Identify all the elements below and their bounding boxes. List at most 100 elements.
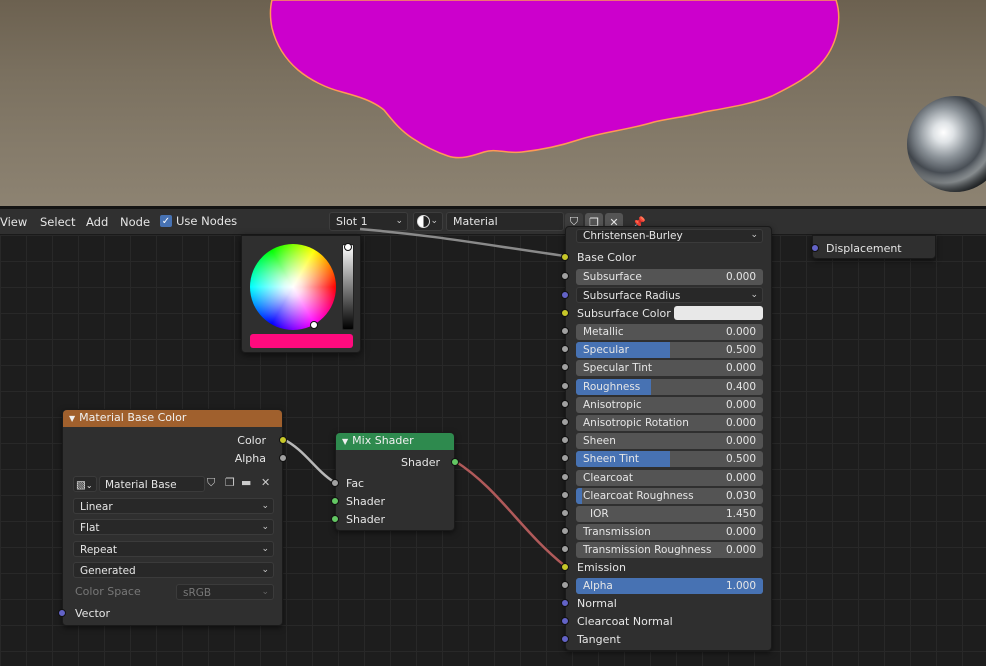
material-browse-button[interactable]: ⌄ xyxy=(413,212,443,231)
output-alpha-socket[interactable] xyxy=(279,454,287,462)
clearcoat-normal-socket[interactable] xyxy=(561,617,569,625)
menu-view[interactable]: View xyxy=(0,215,27,229)
bsdf-field-anisotropic[interactable]: Anisotropic 0.000 xyxy=(576,396,763,413)
material-name-field[interactable]: Material xyxy=(446,212,564,231)
bsdf-field-metallic[interactable]: Metallic 0.000 xyxy=(576,324,763,340)
input-shader-1-socket[interactable] xyxy=(331,497,339,505)
value-slider-handle[interactable] xyxy=(344,243,352,251)
chevron-down-icon: ⌄ xyxy=(261,544,269,554)
use-nodes-toggle[interactable]: ✓ Use Nodes xyxy=(160,214,237,228)
subsurface-color-swatch[interactable] xyxy=(674,306,763,320)
image-browse-button[interactable]: ▧⌄ xyxy=(73,476,97,492)
bsdf-field-transmission[interactable]: Transmission 0.000 xyxy=(576,524,763,541)
field-value: 0.000 xyxy=(725,398,756,411)
input-fac-socket[interactable] xyxy=(331,479,339,487)
bsdf-input-socket[interactable] xyxy=(561,472,569,481)
normal-label: Normal xyxy=(577,597,617,610)
field-label: Specular Tint xyxy=(583,362,653,375)
subsurface-radius-socket[interactable] xyxy=(561,291,569,299)
bsdf-input-socket[interactable] xyxy=(561,436,569,445)
bsdf-input-socket[interactable] xyxy=(561,490,569,499)
menu-add[interactable]: Add xyxy=(86,215,108,229)
output-shader-socket[interactable] xyxy=(451,458,459,466)
color-space-label: Color Space xyxy=(75,585,141,598)
bsdf-input-socket[interactable] xyxy=(561,527,569,536)
bsdf-input-socket[interactable] xyxy=(561,327,569,335)
bsdf-input-socket[interactable] xyxy=(561,454,569,463)
menu-select[interactable]: Select xyxy=(40,215,75,229)
extension-dropdown[interactable]: Repeat ⌄ xyxy=(73,541,274,557)
projection-value: Flat xyxy=(80,522,100,534)
image-node-header[interactable]: ▼ Material Base Color xyxy=(63,410,282,427)
interpolation-dropdown[interactable]: Linear ⌄ xyxy=(73,498,274,514)
field-value: 0.500 xyxy=(725,344,756,357)
field-label: Transmission xyxy=(583,526,651,539)
slot-dropdown[interactable]: Slot 1 ⌄ xyxy=(329,212,408,231)
image-icon: ▧ xyxy=(76,479,86,491)
projection-dropdown[interactable]: Flat ⌄ xyxy=(73,519,274,535)
open-folder-icon[interactable]: ▬ xyxy=(241,476,251,489)
field-value: 0.000 xyxy=(725,326,756,338)
field-label: Sheen xyxy=(583,435,616,448)
bsdf-input-socket[interactable] xyxy=(561,363,569,372)
input-shader-2-socket[interactable] xyxy=(331,515,339,523)
color-wheel-cursor[interactable] xyxy=(310,321,318,329)
bsdf-field-transmission-roughness[interactable]: Transmission Roughness 0.000 xyxy=(576,542,763,559)
mix-shader-node[interactable]: ▼ Mix Shader Shader Fac Shader Shader xyxy=(331,432,459,531)
alpha-field[interactable]: Alpha 1.000 xyxy=(576,578,763,594)
material-output-node[interactable]: Displacement xyxy=(811,235,936,259)
bsdf-input-socket[interactable] xyxy=(561,381,569,390)
fake-user-shield-icon[interactable]: ⛉ xyxy=(207,476,215,490)
normal-socket[interactable] xyxy=(561,599,569,607)
field-value: 0.000 xyxy=(725,435,756,448)
duplicate-icon[interactable]: ❐ xyxy=(225,476,235,489)
value-slider[interactable] xyxy=(342,244,354,330)
subsurface-method-value: Christensen-Burley xyxy=(583,230,683,242)
bsdf-input-socket[interactable] xyxy=(561,345,569,354)
subsurface-color-socket[interactable] xyxy=(561,309,569,317)
bsdf-field-ior[interactable]: IOR 1.450 xyxy=(576,506,763,522)
emission-socket[interactable] xyxy=(561,563,569,571)
collapse-arrow-icon[interactable]: ▼ xyxy=(342,437,348,446)
bsdf-field-specular[interactable]: Specular 0.500 xyxy=(576,342,763,359)
bsdf-field-clearcoat-roughness[interactable]: Clearcoat Roughness 0.030 xyxy=(576,487,763,504)
bsdf-field-sheen-tint[interactable]: Sheen Tint 0.500 xyxy=(576,451,763,468)
bsdf-input-socket[interactable] xyxy=(561,509,569,517)
base-color-socket[interactable] xyxy=(561,253,569,261)
bsdf-field-sheen[interactable]: Sheen 0.000 xyxy=(576,433,763,450)
bsdf-input-socket[interactable] xyxy=(561,418,569,426)
bsdf-input-socket[interactable] xyxy=(561,399,569,408)
field-fill-bar xyxy=(576,487,582,504)
image-name-field[interactable]: Material Base Color xyxy=(99,476,205,492)
color-space-value: sRGB xyxy=(183,587,212,599)
input-fac-label: Fac xyxy=(346,477,365,490)
tangent-socket[interactable] xyxy=(561,635,569,643)
field-value: 0.000 xyxy=(725,544,756,557)
alpha-socket[interactable] xyxy=(561,581,569,589)
bsdf-field-clearcoat[interactable]: Clearcoat 0.000 xyxy=(576,469,763,486)
checkmark-icon[interactable]: ✓ xyxy=(160,215,172,227)
output-shader-label: Shader xyxy=(401,456,440,469)
mix-node-header[interactable]: ▼ Mix Shader xyxy=(336,433,454,450)
magenta-mesh-object[interactable] xyxy=(0,0,986,207)
image-texture-node[interactable]: ▼ Material Base Color Color Alpha ▧⌄ Mate… xyxy=(58,409,287,626)
output-color-socket[interactable] xyxy=(279,436,287,444)
close-icon[interactable]: ✕ xyxy=(261,476,270,489)
subsurface-method-dropdown[interactable]: Christensen-Burley ⌄ xyxy=(576,229,763,243)
color-wheel[interactable] xyxy=(250,244,336,330)
subsurface-value: 0.000 xyxy=(725,271,756,283)
collapse-arrow-icon[interactable]: ▼ xyxy=(69,414,75,423)
menu-node[interactable]: Node xyxy=(120,215,150,229)
subsurface-socket[interactable] xyxy=(561,272,569,280)
subsurface-field[interactable]: Subsurface 0.000 xyxy=(576,269,763,285)
input-vector-socket[interactable] xyxy=(58,609,66,617)
principled-bsdf-node[interactable]: Christensen-Burley ⌄ Base Color Subsurfac… xyxy=(561,226,772,651)
3d-viewport[interactable] xyxy=(0,0,986,207)
bsdf-field-roughness[interactable]: Roughness 0.400 xyxy=(576,378,763,395)
bsdf-field-anisotropic-rotation[interactable]: Anisotropic Rotation 0.000 xyxy=(576,415,763,431)
source-dropdown[interactable]: Generated ⌄ xyxy=(73,562,274,578)
bsdf-field-specular-tint[interactable]: Specular Tint 0.000 xyxy=(576,360,763,377)
bsdf-input-socket[interactable] xyxy=(561,545,569,554)
displacement-socket[interactable] xyxy=(811,244,819,252)
subsurface-radius-dropdown[interactable]: Subsurface Radius ⌄ xyxy=(576,287,763,303)
